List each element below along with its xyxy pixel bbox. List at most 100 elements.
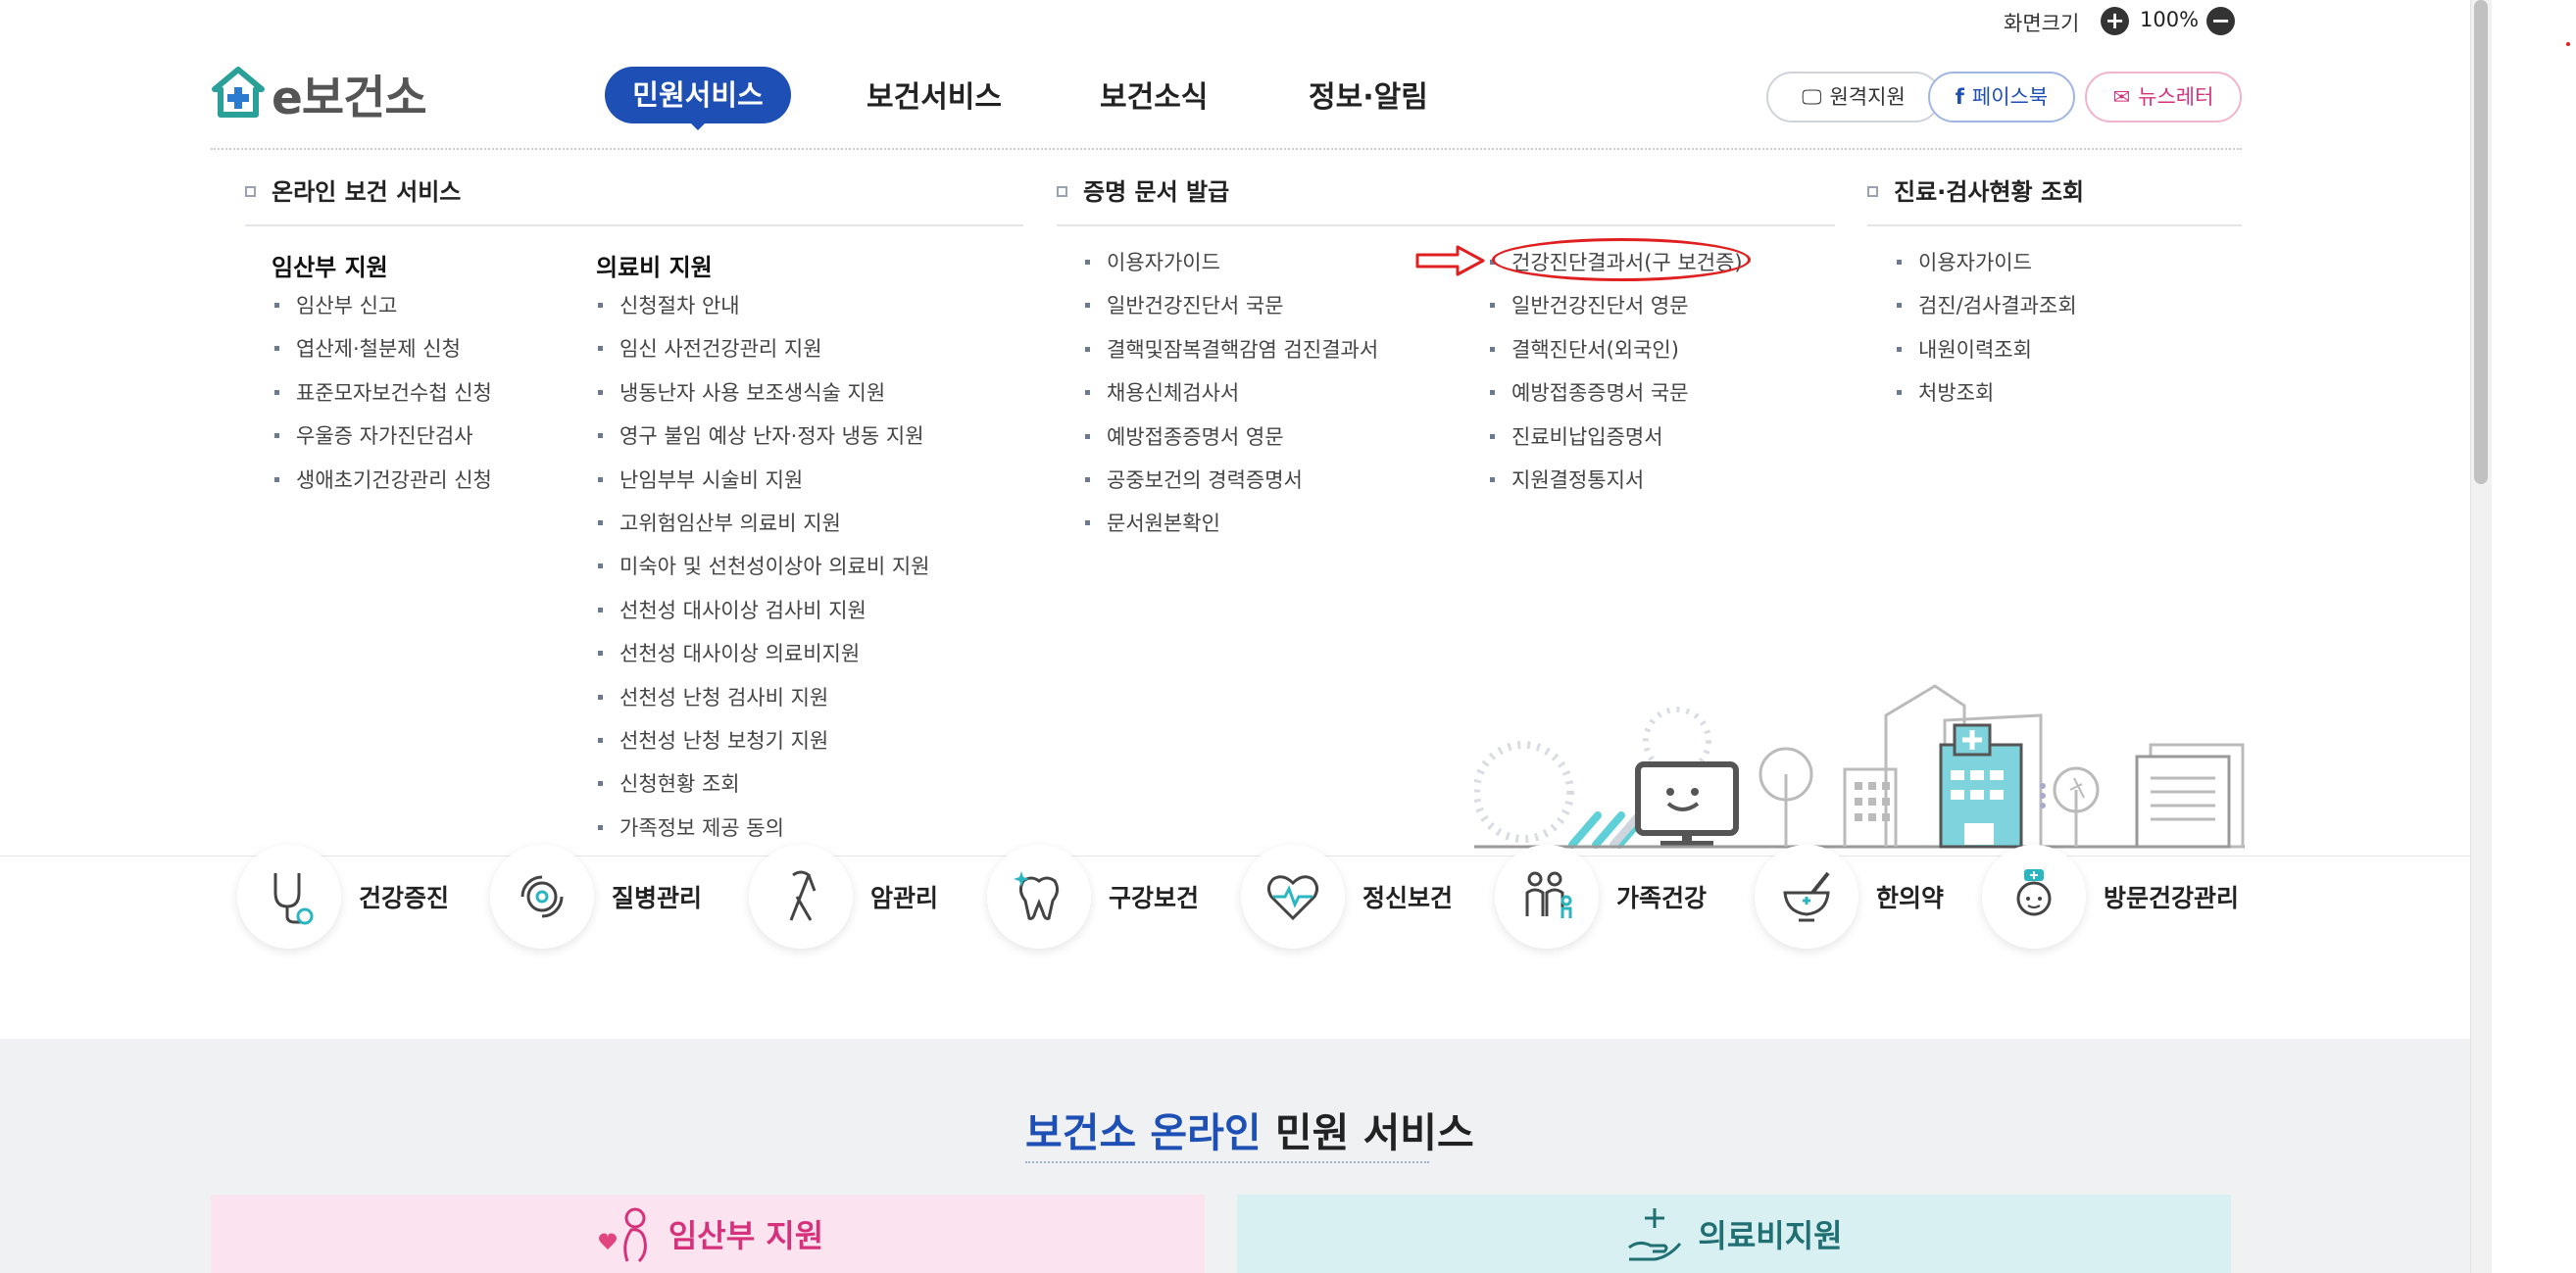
menu-link[interactable]: 신청현황 조회 <box>598 768 930 811</box>
menu-link[interactable]: 임산부 신고 <box>274 290 492 333</box>
facebook-icon: f <box>1955 85 1964 109</box>
mail-icon: ✉ <box>2112 85 2131 109</box>
menu-link[interactable]: 이용자가이드 <box>1085 247 1378 290</box>
category-cancer-management[interactable]: 암관리 <box>749 845 938 949</box>
house-cross-logo-icon <box>212 67 265 118</box>
hand-plus-icon <box>1628 1208 1682 1261</box>
remote-support-button[interactable]: 🖵 원격지원 <box>1766 72 1941 122</box>
header-divider <box>211 148 2242 150</box>
annotation-arrow-icon <box>1415 245 1485 276</box>
family-icon <box>1525 871 1572 918</box>
heading-underline <box>1025 1161 1429 1163</box>
zoom-label: 화면크기 <box>2004 12 2080 35</box>
menu-link[interactable]: 채용신체검사서 <box>1085 377 1378 420</box>
inquiry-list: 이용자가이드 검진/검사결과조회 내원이력조회 처방조회 <box>1897 247 2077 421</box>
hospital-city-illustration <box>1474 684 2245 849</box>
remote-support-label: 원격지원 <box>1829 85 1906 109</box>
menu-link[interactable]: 일반건강진단서 영문 <box>1490 290 1743 333</box>
menu-link[interactable]: 결핵진단서(외국인) <box>1490 334 1743 377</box>
nav-civil-service[interactable]: 민원서비스 <box>605 67 791 123</box>
menu-link[interactable]: 문서원본확인 <box>1085 508 1378 551</box>
menu-link[interactable]: 임신 사전건강관리 지원 <box>598 333 930 376</box>
section-online-health-service: 온라인 보건 서비스 <box>245 172 461 207</box>
menu-link[interactable]: 지원결정통지서 <box>1490 465 1743 508</box>
nav-health-news[interactable]: 보건소식 <box>1100 73 1208 116</box>
menu-link[interactable]: 선천성 난청 검사비 지원 <box>598 682 930 725</box>
menu-link[interactable]: 엽산제·철분제 신청 <box>274 333 492 376</box>
group-pregnant-support: 임산부 지원 <box>272 254 388 281</box>
medical-expense-card[interactable]: 의료비지원 <box>1237 1195 2231 1273</box>
red-dot-marker <box>2566 42 2570 46</box>
zoom-in-plus-icon[interactable]: + <box>2101 7 2129 35</box>
certificate-list-col2: 건강진단결과서(구 보건증) 일반건강진단서 영문 결핵진단서(외국인) 예방접… <box>1490 247 1743 508</box>
category-oral-health[interactable]: 구강보건 <box>987 845 1199 949</box>
zoom-out-minus-icon[interactable]: − <box>2206 7 2235 35</box>
nurse-icon <box>2016 869 2052 916</box>
menu-link[interactable]: 우울증 자가진단검사 <box>274 420 492 464</box>
newsletter-button[interactable]: ✉ 뉴스레터 <box>2085 72 2242 122</box>
newsletter-label: 뉴스레터 <box>2138 85 2214 109</box>
category-disease-management[interactable]: 질병관리 <box>490 845 702 949</box>
medical-support-list: 신청절차 안내 임신 사전건강관리 지원 냉동난자 사용 보조생식술 지원 영구… <box>598 290 930 856</box>
section-rule <box>1057 224 1835 226</box>
menu-link[interactable]: 처방조회 <box>1897 377 2077 420</box>
ribbon-icon <box>789 870 817 921</box>
scrollbar-thumb[interactable] <box>2474 0 2488 484</box>
tooth-icon <box>1014 871 1060 920</box>
site-logo[interactable]: e보건소 <box>211 65 427 125</box>
pregnant-support-label: 임산부 지원 <box>668 1217 824 1254</box>
section-certificate-issue: 증명 문서 발급 <box>1057 172 1229 207</box>
menu-link[interactable]: 검진/검사결과조회 <box>1897 290 2077 333</box>
menu-link[interactable]: 예방접종증명서 영문 <box>1085 421 1378 465</box>
menu-link[interactable]: 선천성 대사이상 검사비 지원 <box>598 595 930 638</box>
facebook-button[interactable]: f 페이스북 <box>1928 72 2075 122</box>
pregnant-support-list: 임산부 신고 엽산제·철분제 신청 표준모자보건수첩 신청 우울증 자가진단검사… <box>274 290 492 508</box>
menu-link[interactable]: 일반건강진단서 국문 <box>1085 290 1378 333</box>
category-family-health[interactable]: 가족건강 <box>1495 845 1707 949</box>
menu-link[interactable]: 선천성 난청 보청기 지원 <box>598 725 930 768</box>
section-treatment-inquiry: 진료·검사현황 조회 <box>1867 172 2084 207</box>
menu-link[interactable]: 미숙아 및 선천성이상아 의료비 지원 <box>598 551 930 594</box>
menu-link[interactable]: 예방접종증명서 국문 <box>1490 377 1743 420</box>
section-rule <box>1867 224 2242 226</box>
section-heading: 보건소 온라인 민원 서비스 <box>1025 1109 1474 1156</box>
menu-link[interactable]: 냉동난자 사용 보조생식술 지원 <box>598 377 930 420</box>
menu-link[interactable]: 진료비납입증명서 <box>1490 421 1743 465</box>
stethoscope-icon <box>273 873 314 925</box>
pregnant-support-card[interactable]: 임산부 지원 <box>211 1195 1205 1273</box>
medical-expense-label: 의료비지원 <box>1698 1217 1843 1254</box>
pregnant-woman-icon <box>598 1207 647 1263</box>
section-rule <box>245 224 1023 226</box>
certificate-list-col1: 이용자가이드 일반건강진단서 국문 결핵및잠복결핵감염 검진결과서 채용신체검사… <box>1085 247 1378 552</box>
nav-info-notice[interactable]: 정보·알림 <box>1309 73 1428 116</box>
category-korean-medicine[interactable]: 한의약 <box>1755 845 1944 949</box>
menu-link[interactable]: 선천성 대사이상 의료비지원 <box>598 638 930 681</box>
menu-link[interactable]: 생애초기건강관리 신청 <box>274 465 492 508</box>
monitor-icon: 🖵 <box>1802 85 1822 109</box>
menu-link[interactable]: 영구 불임 예상 난자·정자 냉동 지원 <box>598 420 930 464</box>
menu-link[interactable]: 이용자가이드 <box>1897 247 2077 290</box>
nav-health-service[interactable]: 보건서비스 <box>867 73 1002 116</box>
menu-link[interactable]: 신청절차 안내 <box>598 290 930 333</box>
logo-text: e보건소 <box>272 71 427 125</box>
menu-link[interactable]: 고위험임산부 의료비 지원 <box>598 508 930 551</box>
menu-link[interactable]: 표준모자보건수첩 신청 <box>274 377 492 420</box>
group-medical-expense-support: 의료비 지원 <box>596 254 713 281</box>
square-bullet-icon <box>1057 185 1067 197</box>
facebook-label: 페이스북 <box>1971 85 2049 109</box>
menu-link[interactable]: 내원이력조회 <box>1897 334 2077 377</box>
menu-link[interactable]: 난임부부 시술비 지원 <box>598 465 930 508</box>
category-health-promotion[interactable]: 건강증진 <box>237 845 449 949</box>
category-mental-health[interactable]: 정신보건 <box>1241 845 1453 949</box>
category-home-visit-health[interactable]: 방문건강관리 <box>1982 845 2239 949</box>
square-bullet-icon <box>1867 185 1878 197</box>
mortar-icon <box>1783 871 1830 922</box>
annotation-ellipse <box>1492 238 1751 281</box>
virus-icon <box>520 875 564 918</box>
square-bullet-icon <box>245 185 256 197</box>
menu-link[interactable]: 공중보건의 경력증명서 <box>1085 465 1378 508</box>
menu-link[interactable]: 결핵및잠복결핵감염 검진결과서 <box>1085 334 1378 377</box>
side-strip <box>2492 0 2576 1273</box>
heartbeat-icon <box>1266 875 1319 921</box>
zoom-value: 100% <box>2140 8 2200 31</box>
